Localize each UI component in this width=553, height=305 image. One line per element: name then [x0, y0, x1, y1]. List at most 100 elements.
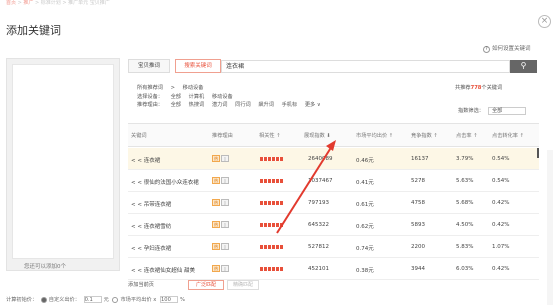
device-mobile[interactable]: 移动设备 [212, 94, 233, 100]
relevance-bar [260, 267, 283, 271]
mobile-tag-icon: ▯ [221, 155, 229, 162]
row-ctr: 5.68% [456, 200, 474, 206]
table-row[interactable]: < < 连衣裙 热 ▯ 2640089 0.46元 16137 3.79% 0.5… [128, 148, 539, 170]
breadcrumb-plan[interactable]: 标准计划 [41, 0, 61, 6]
row-impressions: 645322 [308, 222, 329, 228]
hot-tag-icon: 热 [212, 199, 220, 206]
table-row[interactable]: < < 连衣裙雪纺 热 ▯ 645322 0.62元 5893 4.50% 0.4… [128, 214, 539, 236]
reason-tags: 热 ▯ [212, 221, 230, 228]
mobile-tag-icon: ▯ [221, 265, 229, 272]
reason-mobile[interactable]: 手机标 [282, 102, 298, 108]
reason-all[interactable]: 全部 [171, 102, 181, 108]
table-row[interactable]: < < 连衣裙仙女超仙 甜美 热 ▯ 452101 0.38元 3944 6.03… [128, 258, 539, 280]
row-cvr: 0.54% [492, 156, 510, 162]
row-keyword[interactable]: < < 连衣裙 [131, 156, 160, 164]
reason-tags: 热 ▯ [212, 199, 230, 206]
reason-tags: 热 ▯ [212, 177, 230, 184]
col-avg-bid[interactable]: 市场平均出价 ↑ [356, 132, 393, 139]
reason-tags: 热 ▯ [212, 243, 230, 250]
breadcrumb-item: 宝贝推广 [89, 0, 110, 6]
reason-peer[interactable]: 同行词 [235, 102, 251, 108]
custom-bid-input[interactable]: 0.1 [83, 296, 102, 303]
keyword-table: 关键词 推荐理由 相关性 ↑ 展现指数 ⬇ 市场平均出价 ↑ 竞争指数 ↑ 点击… [128, 123, 539, 280]
help-link[interactable]: ? 如何设置关键词 [483, 44, 531, 53]
table-scrollbar[interactable] [537, 148, 539, 158]
reason-potential[interactable]: 潜力词 [212, 102, 228, 108]
tab-item-recommend[interactable]: 宝贝推词 [128, 59, 170, 73]
col-reason: 推荐理由 [212, 133, 233, 139]
reason-rising[interactable]: 飙升词 [258, 102, 274, 108]
metric-select[interactable]: 全部 [487, 107, 526, 115]
table-row[interactable]: < < 孕妇连衣裙 热 ▯ 527812 0.74元 2200 5.83% 1.0… [128, 236, 539, 258]
count-prefix: 共推荐 [455, 85, 471, 91]
reason-more[interactable]: 更多 ∨ [305, 102, 321, 108]
bottom-bar: 添加当前页 广泛匹配 精确匹配 [128, 280, 539, 290]
row-competition: 3944 [411, 266, 425, 272]
row-keyword[interactable]: < < 很仙的法国小众连衣裙 [131, 178, 199, 186]
table-row[interactable]: < < 很仙的法国小众连衣裙 热 ▯ 1037467 0.41元 5278 5.6… [128, 170, 539, 192]
close-icon[interactable]: × [538, 15, 551, 28]
row-impressions: 452101 [308, 266, 329, 272]
bid-unit: 元 [103, 297, 109, 303]
breadcrumb: 首页 > 推广 > 标准计划 > 推广单元 宝贝推广 [6, 0, 110, 6]
row-keyword[interactable]: < < 吊带连衣裙 [131, 200, 171, 208]
breadcrumb-promote[interactable]: 推广 [23, 0, 33, 6]
hot-tag-icon: 热 [212, 177, 220, 184]
exact-match-button[interactable]: 精确匹配 [227, 280, 259, 290]
mobile-tag-icon: ▯ [221, 243, 229, 250]
broad-match-button[interactable]: 广泛匹配 [188, 280, 224, 290]
table-row[interactable]: < < 吊带连衣裙 热 ▯ 797193 0.61元 4758 5.68% 0.4… [128, 192, 539, 214]
search-input[interactable]: 连衣裙 [221, 60, 510, 73]
row-ctr: 4.50% [456, 222, 474, 228]
relevance-bar [260, 223, 283, 227]
mobile-tag-icon: ▯ [221, 199, 229, 206]
selected-keywords-list[interactable] [12, 64, 114, 259]
custom-bid-radio[interactable] [40, 296, 47, 303]
filter-all[interactable]: 所有推荐词 [137, 85, 163, 91]
col-impressions[interactable]: 展现指数 ⬇ [304, 132, 331, 139]
row-avg-bid: 0.74元 [356, 246, 374, 252]
device-pc[interactable]: 计算机 [189, 94, 205, 100]
tab-search-keywords[interactable]: 搜索关键词 [175, 59, 221, 73]
row-competition: 2200 [411, 244, 425, 250]
relevance-bar [260, 201, 283, 205]
row-keyword[interactable]: < < 孕妇连衣裙 [131, 244, 171, 252]
filter-device[interactable]: 移动设备 [183, 85, 204, 91]
row-cvr: 0.42% [492, 266, 510, 272]
col-relevance[interactable]: 相关性 ↑ [259, 132, 281, 139]
add-page-link[interactable]: 添加当前页 [128, 281, 154, 288]
relevance-bar [260, 157, 283, 161]
row-avg-bid: 0.41元 [356, 180, 374, 186]
remaining-count: 您还可以添加0个 [24, 264, 66, 270]
row-cvr: 1.07% [492, 244, 510, 250]
question-icon: ? [483, 46, 490, 53]
reason-tags: 热 ▯ [212, 155, 230, 162]
breadcrumb-home[interactable]: 首页 [6, 0, 16, 6]
row-ctr: 5.63% [456, 178, 474, 184]
col-cvr[interactable]: 点击转化率 ↑ [492, 132, 524, 139]
reason-tags: 热 ▯ [212, 265, 230, 272]
row-ctr: 3.79% [456, 156, 474, 162]
row-impressions: 2640089 [308, 156, 333, 162]
col-keyword: 关键词 [131, 133, 147, 139]
row-avg-bid: 0.61元 [356, 202, 374, 208]
relevance-bar [260, 179, 283, 183]
row-keyword[interactable]: < < 连衣裙仙女超仙 甜美 [131, 266, 195, 274]
breadcrumb-unit[interactable]: 推广单元 [68, 0, 88, 6]
row-cvr: 0.54% [492, 178, 510, 184]
row-impressions: 797193 [308, 200, 329, 206]
custom-bid-label: 自定义出价： [48, 297, 80, 303]
reason-hot[interactable]: 热搜词 [189, 102, 205, 108]
row-ctr: 5.83% [456, 244, 474, 250]
search-icon[interactable]: ⚲ [510, 60, 537, 73]
table-header: 关键词 推荐理由 相关性 ↑ 展现指数 ⬇ 市场平均出价 ↑ 竞争指数 ↑ 点击… [128, 124, 539, 147]
device-all[interactable]: 全部 [171, 94, 181, 100]
reason-filter: 推荐理由： 全部 热搜词 潜力词 同行词 飙升词 手机标 更多 ∨ [137, 101, 327, 110]
hot-tag-icon: 热 [212, 243, 220, 250]
count-suffix: 个关键词 [481, 85, 503, 91]
row-keyword[interactable]: < < 连衣裙雪纺 [131, 222, 171, 230]
market-bid-radio[interactable] [112, 296, 119, 303]
market-pct-input[interactable]: 100 [159, 296, 178, 303]
col-ctr[interactable]: 点击率 ↑ [456, 132, 478, 139]
col-competition[interactable]: 竞争指数 ↑ [411, 132, 438, 139]
